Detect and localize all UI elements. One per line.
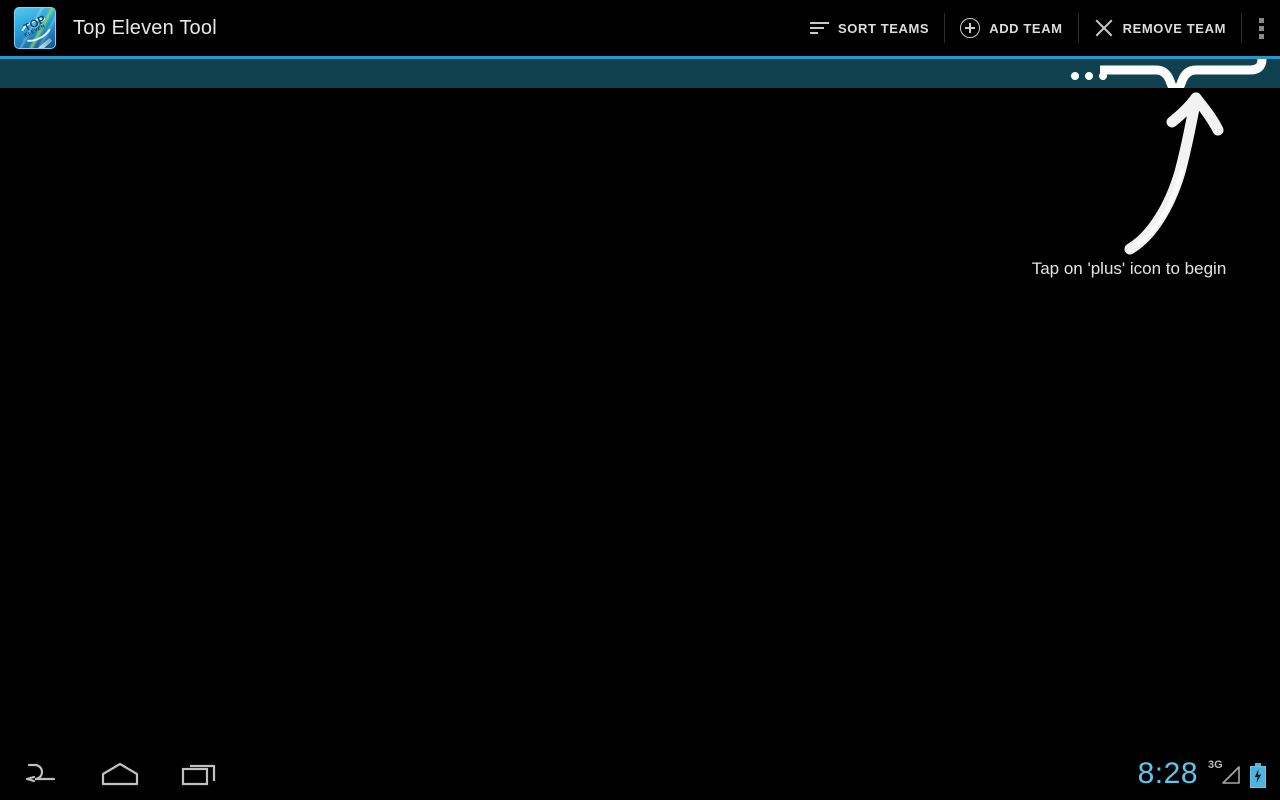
navigation-keys <box>0 748 240 800</box>
recent-apps-icon <box>181 764 216 786</box>
remove-team-button[interactable]: REMOVE TEAM <box>1079 8 1241 48</box>
status-indicators[interactable]: 8:28 3G <box>1138 759 1280 789</box>
app-title: Top Eleven Tool <box>73 16 217 39</box>
add-team-label: ADD TEAM <box>989 20 1063 36</box>
content-area: Tap on 'plus' icon to begin <box>0 89 1280 748</box>
status-clock: 8:28 <box>1137 757 1198 790</box>
home-button[interactable] <box>80 748 160 800</box>
action-bar-actions: SORT TEAMS ADD TEAM REMOVE TEAM <box>795 0 1280 56</box>
network-type-label: 3G <box>1208 759 1223 771</box>
close-x-icon <box>1094 18 1114 38</box>
tutorial-hint-text: Tap on 'plus' icon to begin <box>1031 259 1227 278</box>
chalk-arrow-icon <box>1124 92 1224 255</box>
remove-team-label: REMOVE TEAM <box>1122 20 1226 36</box>
plus-circle-icon <box>960 18 981 38</box>
top-eleven-app-icon[interactable]: TOP ELEVEN <box>14 7 56 49</box>
add-team-button[interactable]: ADD TEAM <box>945 8 1077 48</box>
android-screen: TOP ELEVEN Top Eleven Tool SORT TEAMS AD… <box>0 0 1280 800</box>
tutorial-teal-bar <box>0 56 1280 88</box>
system-navigation-bar: 8:28 3G <box>0 748 1280 800</box>
home-icon <box>101 762 139 786</box>
overflow-dots-icon <box>1258 17 1264 39</box>
overflow-menu-button[interactable] <box>1242 0 1280 56</box>
sort-icon <box>809 21 829 35</box>
signal-triangle-icon <box>1222 766 1240 784</box>
recent-apps-button[interactable] <box>160 748 240 800</box>
back-button[interactable] <box>0 748 80 800</box>
network-indicator: 3G <box>1208 759 1244 789</box>
battery-charging-icon <box>1250 763 1266 788</box>
back-arrow-icon <box>25 763 56 783</box>
sort-teams-label: SORT TEAMS <box>837 20 930 36</box>
action-bar: TOP ELEVEN Top Eleven Tool SORT TEAMS AD… <box>0 0 1280 56</box>
sort-teams-button[interactable]: SORT TEAMS <box>795 8 944 48</box>
